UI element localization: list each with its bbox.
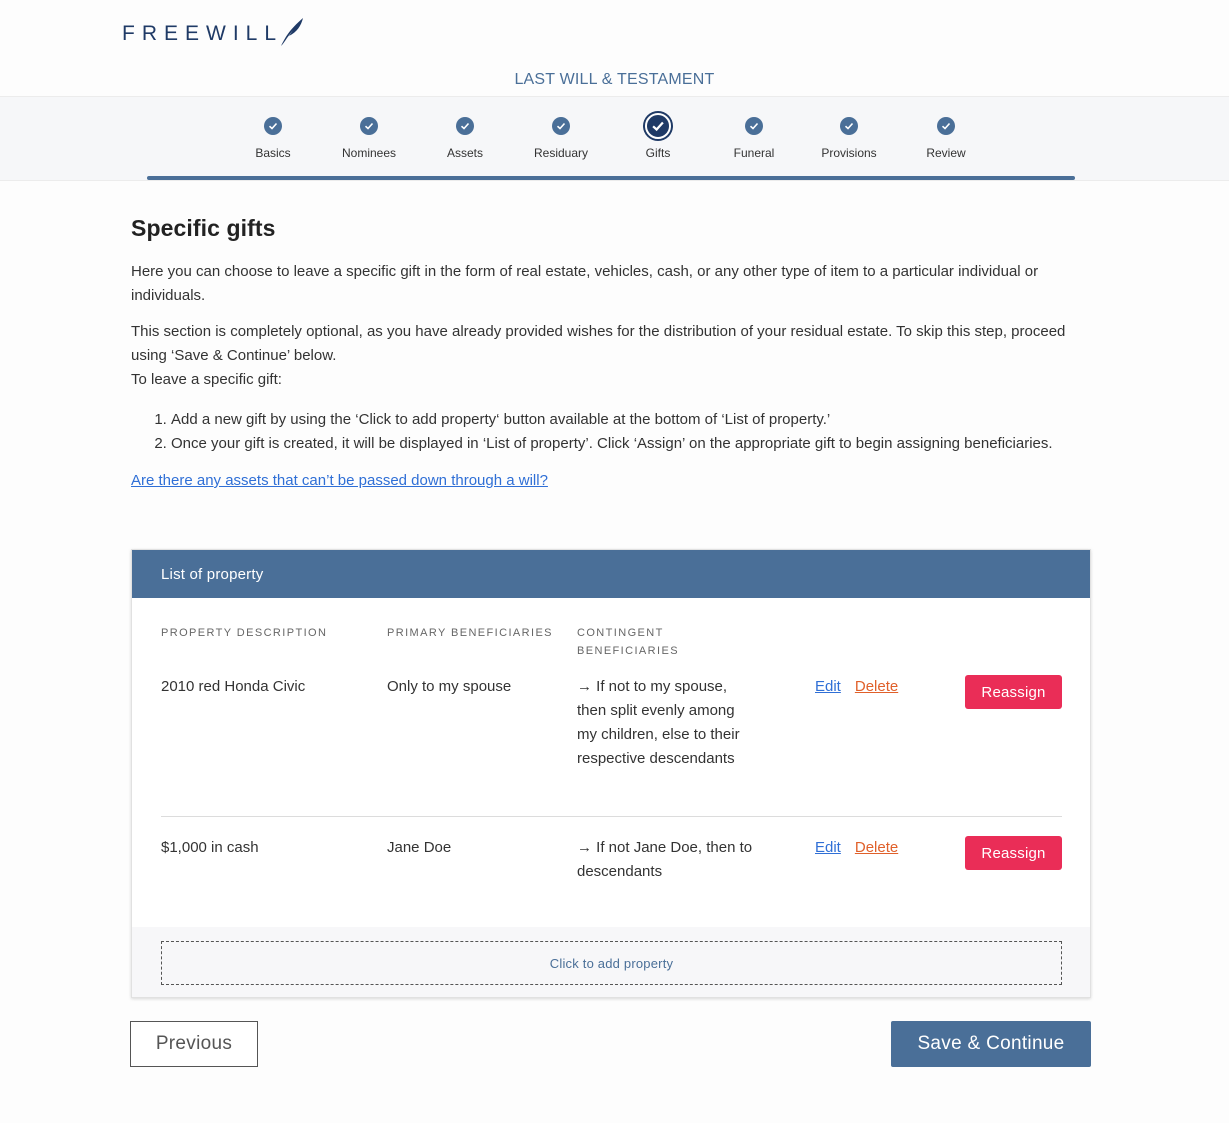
- primary-beneficiaries: Only to my spouse: [387, 678, 512, 695]
- check-icon: [745, 117, 763, 135]
- edit-link[interactable]: Edit: [815, 678, 841, 695]
- previous-button[interactable]: Previous: [130, 1021, 258, 1067]
- progress-stepper: Basics Nominees Assets Residuary Gifts F…: [0, 96, 1229, 181]
- freewill-logo[interactable]: FREEWILL: [122, 16, 305, 48]
- property-list-title: List of property: [132, 550, 1090, 598]
- logo-text: FREEWILL: [122, 22, 284, 45]
- check-icon: [937, 117, 955, 135]
- progress-bar: [147, 176, 1075, 180]
- quill-icon: [281, 18, 304, 46]
- top-bar: FREEWILL LAST WILL & TESTAMENT: [0, 0, 1229, 96]
- contingent-beneficiaries: → If not Jane Doe, then to descendants: [577, 839, 753, 880]
- add-property-zone: Click to add property: [132, 927, 1090, 997]
- instructions-lead: To leave a specific gift:: [131, 371, 282, 388]
- instructions-list: Add a new gift by using the ‘Click to ad…: [171, 408, 1091, 456]
- main-content: Specific gifts Here you can choose to le…: [131, 215, 1091, 490]
- step-review[interactable]: Review: [886, 117, 1006, 160]
- primary-beneficiaries: Jane Doe: [387, 839, 452, 856]
- document-title: LAST WILL & TESTAMENT: [514, 71, 715, 88]
- reassign-button[interactable]: Reassign: [965, 836, 1062, 870]
- optional-note: This section is completely optional, as …: [131, 323, 1066, 364]
- property-description: 2010 red Honda Civic: [161, 678, 306, 695]
- intro-text: Here you can choose to leave a specific …: [131, 263, 1039, 304]
- edit-link[interactable]: Edit: [815, 839, 841, 856]
- check-icon: [264, 117, 282, 135]
- column-header-primary: PRIMARY BENEFICIARIES: [387, 627, 553, 639]
- reassign-button[interactable]: Reassign: [965, 675, 1062, 709]
- check-icon: [645, 113, 671, 139]
- delete-link[interactable]: Delete: [855, 678, 898, 695]
- row-divider: [161, 816, 1062, 817]
- check-icon: [456, 117, 474, 135]
- delete-link[interactable]: Delete: [855, 839, 898, 856]
- save-continue-button[interactable]: Save & Continue: [891, 1021, 1091, 1067]
- row-actions: Edit Delete: [815, 836, 955, 860]
- instruction-item: Once your gift is created, it will be di…: [171, 432, 1091, 456]
- check-icon: [552, 117, 570, 135]
- help-link-assets[interactable]: Are there any assets that can’t be passe…: [131, 472, 548, 489]
- property-list-card: List of property PROPERTY DESCRIPTION PR…: [131, 549, 1091, 998]
- column-header-description: PROPERTY DESCRIPTION: [161, 627, 328, 639]
- property-description: $1,000 in cash: [161, 839, 259, 856]
- check-icon: [360, 117, 378, 135]
- instruction-item: Add a new gift by using the ‘Click to ad…: [171, 408, 1091, 432]
- check-icon: [840, 117, 858, 135]
- column-header-contingent: CONTINGENT BENEFICIARIES: [577, 627, 679, 657]
- page-title: Specific gifts: [131, 215, 276, 241]
- add-property-button[interactable]: Click to add property: [161, 941, 1062, 985]
- step-label: Review: [926, 146, 966, 160]
- contingent-beneficiaries: → If not to my spouse, then split evenly…: [577, 678, 740, 767]
- row-actions: Edit Delete: [815, 675, 955, 699]
